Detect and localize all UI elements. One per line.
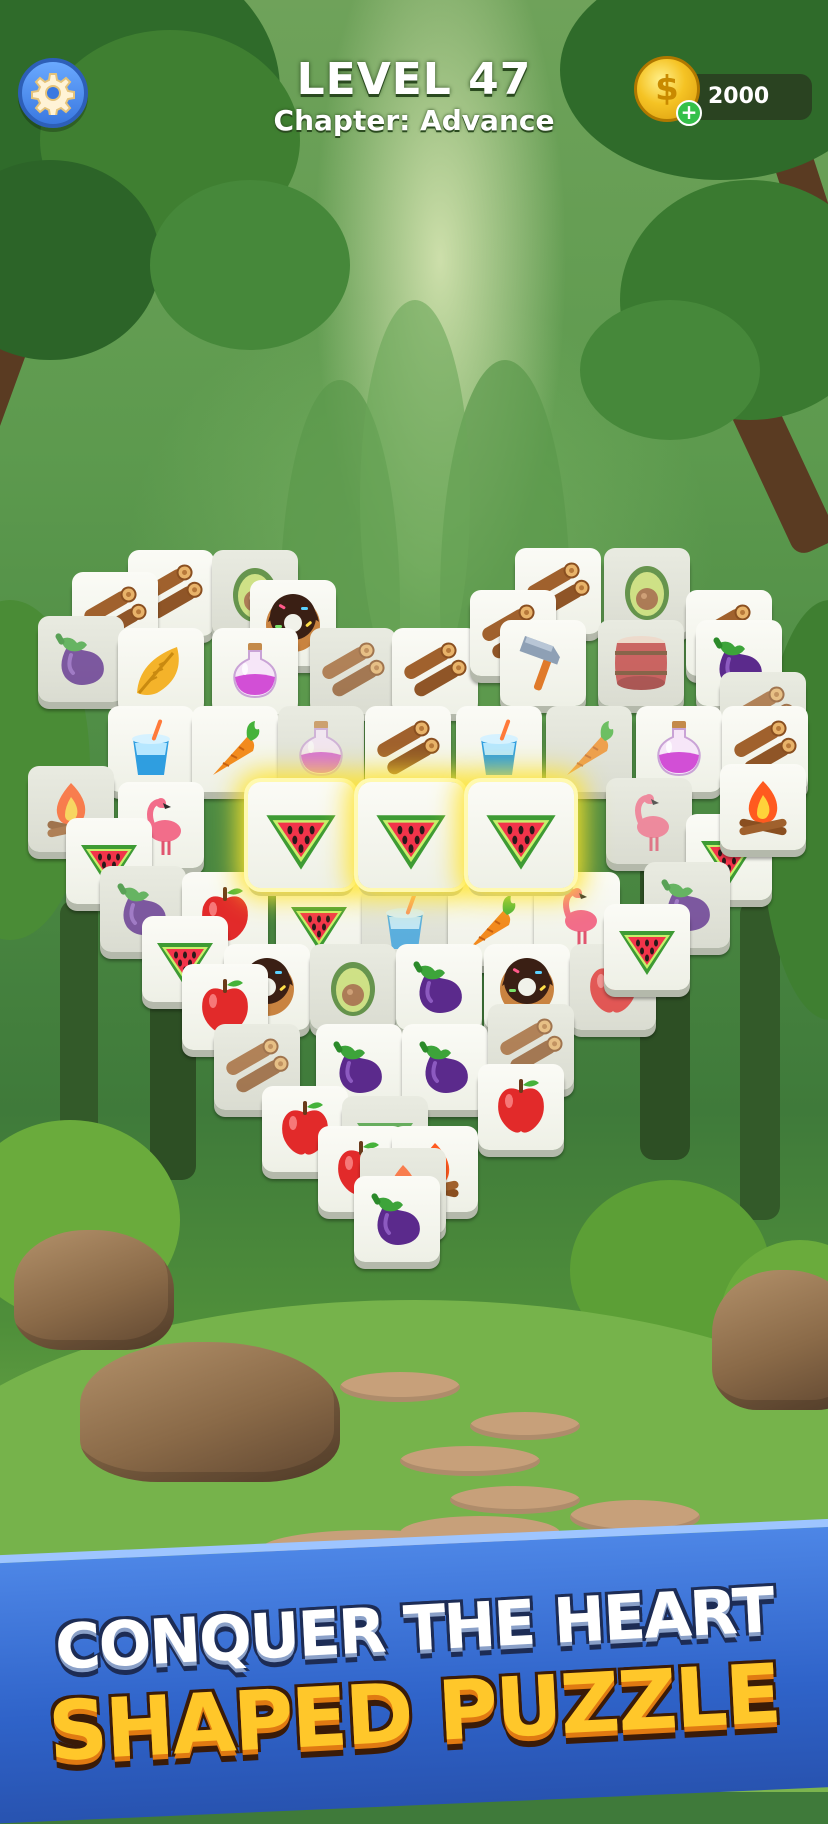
tile-cup[interactable] <box>456 706 542 792</box>
tile-avocado[interactable] <box>310 944 396 1030</box>
tile-logs[interactable] <box>392 628 478 714</box>
selected-tile-watermelon[interactable] <box>358 782 464 888</box>
carrot-icon <box>201 715 269 783</box>
cup-icon <box>465 715 533 783</box>
campfire-icon <box>729 773 797 841</box>
eggplant-icon <box>47 625 115 693</box>
tile-eggplant[interactable] <box>396 944 482 1030</box>
flamingo-icon <box>615 787 683 855</box>
hammer-icon <box>509 629 577 697</box>
leaf-icon <box>127 637 195 705</box>
tile-eggplant[interactable] <box>38 616 124 702</box>
potion-icon <box>645 715 713 783</box>
carrot-icon <box>555 715 623 783</box>
tile-flamingo[interactable] <box>606 778 692 864</box>
potion-icon <box>287 715 355 783</box>
avocado-icon <box>613 557 681 625</box>
watermelon-icon <box>369 793 453 877</box>
selected-tile-watermelon[interactable] <box>248 782 354 888</box>
watermelon-icon <box>479 793 563 877</box>
cup-icon <box>117 715 185 783</box>
logs-icon <box>319 637 387 705</box>
eggplant-icon <box>411 1033 479 1101</box>
logs-icon <box>374 715 442 783</box>
tile-eggplant[interactable] <box>354 1176 440 1262</box>
tile-logs[interactable] <box>310 628 396 714</box>
tile-watermelon[interactable] <box>604 904 690 990</box>
apple-icon <box>487 1073 555 1141</box>
selected-tile-watermelon[interactable] <box>468 782 574 888</box>
tile-potion[interactable] <box>278 706 364 792</box>
avocado-icon <box>319 953 387 1021</box>
logs-icon <box>401 637 469 705</box>
flamingo-icon <box>543 881 611 949</box>
watermelon-icon <box>613 913 681 981</box>
tile-potion[interactable] <box>212 628 298 714</box>
eggplant-icon <box>363 1185 431 1253</box>
tile-campfire[interactable] <box>720 764 806 850</box>
potion-icon <box>221 637 289 705</box>
plus-icon: + <box>680 100 698 124</box>
barrel-icon <box>607 629 675 697</box>
tile-apple[interactable] <box>478 1064 564 1150</box>
tile-logs[interactable] <box>365 706 451 792</box>
eggplant-icon <box>405 953 473 1021</box>
coin-count: 2000 <box>708 84 770 109</box>
tile-barrel[interactable] <box>598 620 684 706</box>
tile-cup[interactable] <box>108 706 194 792</box>
tile-leaf[interactable] <box>118 628 204 714</box>
tile-hammer[interactable] <box>500 620 586 706</box>
tile-carrot[interactable] <box>192 706 278 792</box>
add-coins-button[interactable]: + <box>676 100 702 126</box>
watermelon-icon <box>259 793 343 877</box>
